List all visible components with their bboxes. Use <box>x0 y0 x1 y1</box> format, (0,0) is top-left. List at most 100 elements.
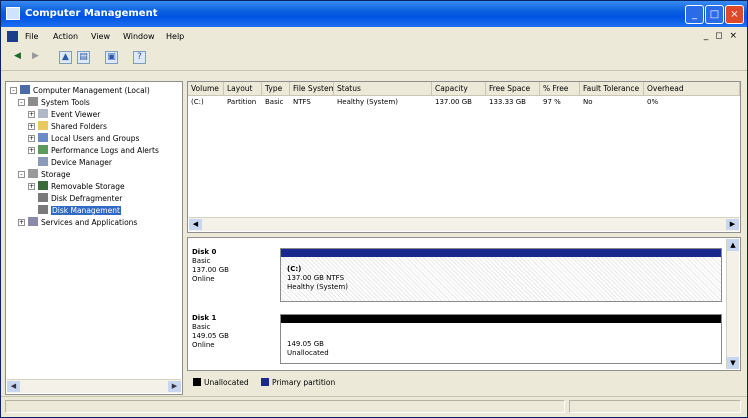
forward-icon[interactable]: ▶ <box>29 51 42 64</box>
partition-size: 149.05 GB <box>287 340 324 348</box>
menu-view[interactable]: View <box>91 32 110 41</box>
menu-help[interactable]: Help <box>166 32 184 41</box>
disk-1-type: Basic <box>192 323 211 331</box>
status-segment-main <box>5 400 565 413</box>
column-volume[interactable]: Volume <box>188 82 224 95</box>
tree-item-services-and-applications[interactable]: + Services and Applications <box>18 217 137 228</box>
column-type[interactable]: Type <box>262 82 290 95</box>
tree-item-shared-folders[interactable]: + Shared Folders <box>28 121 107 132</box>
column-file-system[interactable]: File System <box>290 82 334 95</box>
cell-free-space: 133.33 GB <box>489 98 526 106</box>
table-row[interactable]: (C:) Partition Basic NTFS Healthy (Syste… <box>188 97 740 108</box>
close-button[interactable]: × <box>725 5 744 24</box>
column-layout[interactable]: Layout <box>224 82 262 95</box>
storage-icon <box>28 169 38 178</box>
disk-0-type: Basic <box>192 257 211 265</box>
menu-action[interactable]: Action <box>53 32 78 41</box>
tree-item-event-viewer[interactable]: + Event Viewer <box>28 109 100 120</box>
disk-1-unallocated[interactable]: 149.05 GB Unallocated <box>280 314 722 364</box>
disk-0-label[interactable]: Disk 0 Basic 137.00 GB Online <box>192 248 276 284</box>
cell-overhead: 0% <box>647 98 659 106</box>
tree-item-disk-management[interactable]: Disk Management <box>38 205 121 216</box>
properties-icon[interactable]: ▣ <box>105 51 118 64</box>
collapse-icon[interactable]: - <box>10 87 17 94</box>
cell-fault-tolerance: No <box>583 98 593 106</box>
system-menu-icon[interactable] <box>7 31 18 42</box>
help-icon[interactable]: ? <box>133 51 146 64</box>
disk-0-partition-c[interactable]: (C:) 137.00 GB NTFS Healthy (System) <box>280 248 722 302</box>
removable-storage-icon <box>38 181 48 190</box>
legend-primary-partition: Primary partition <box>272 378 336 387</box>
disk-view-vertical-scrollbar[interactable]: ▲ ▼ <box>726 239 739 369</box>
volume-list-horizontal-scrollbar[interactable]: ◀ ▶ <box>189 217 739 231</box>
maximize-button[interactable]: □ <box>705 5 724 24</box>
scroll-right-icon[interactable]: ▶ <box>168 381 181 392</box>
collapse-icon[interactable]: - <box>18 171 25 178</box>
scroll-down-icon[interactable]: ▼ <box>727 357 739 369</box>
disk-graphical-view[interactable]: Disk 0 Basic 137.00 GB Online (C:) 137.0… <box>187 237 741 371</box>
cell-percent-free: 97 % <box>543 98 561 106</box>
expand-icon[interactable]: + <box>28 183 35 190</box>
window-title: Computer Management <box>25 8 158 19</box>
expand-icon[interactable]: + <box>28 123 35 130</box>
disk-0-name: Disk 0 <box>192 248 217 256</box>
tree-item-system-tools[interactable]: - System Tools <box>18 97 90 108</box>
column-status[interactable]: Status <box>334 82 432 95</box>
scroll-left-icon[interactable]: ◀ <box>189 219 202 230</box>
disk-0-status: Online <box>192 275 215 283</box>
column-free-space[interactable]: Free Space <box>486 82 540 95</box>
tree-item-local-users-and-groups[interactable]: + Local Users and Groups <box>28 133 139 144</box>
tree-item-performance-logs-and-alerts[interactable]: + Performance Logs and Alerts <box>28 145 159 156</box>
tree-item-computer-management[interactable]: - Computer Management (Local) <box>10 85 150 96</box>
unallocated-bar <box>281 315 721 323</box>
partition-status: Healthy (System) <box>287 283 348 291</box>
cell-capacity: 137.00 GB <box>435 98 472 106</box>
defragmenter-icon <box>38 193 48 202</box>
scroll-up-icon[interactable]: ▲ <box>727 239 739 251</box>
title-bar[interactable]: Computer Management _ □ × <box>1 1 747 27</box>
show-hide-tree-icon[interactable]: ▤ <box>77 51 90 64</box>
partition-size-fs: 137.00 GB NTFS <box>287 274 345 282</box>
expand-icon[interactable]: + <box>28 135 35 142</box>
cell-volume: (C:) <box>191 98 204 106</box>
column-percent-free[interactable]: % Free <box>540 82 580 95</box>
tree-item-disk-defragmenter[interactable]: Disk Defragmenter <box>38 193 122 204</box>
users-icon <box>38 133 48 142</box>
collapse-icon[interactable]: - <box>18 99 25 106</box>
tree-horizontal-scrollbar[interactable]: ◀ ▶ <box>7 379 181 393</box>
menu-file[interactable]: File <box>25 32 38 41</box>
volume-list[interactable]: Volume Layout Type File System Status Ca… <box>187 81 741 233</box>
column-overhead[interactable]: Overhead <box>644 82 740 95</box>
tree-item-storage[interactable]: - Storage <box>18 169 70 180</box>
disk-management-icon <box>38 205 48 214</box>
performance-icon <box>38 145 48 154</box>
expand-icon[interactable]: + <box>28 147 35 154</box>
device-manager-icon <box>38 157 48 166</box>
back-icon[interactable]: ◀ <box>11 51 24 64</box>
primary-partition-swatch <box>261 378 269 386</box>
toolbar: ◀ ▶ ▲ ▤ ▣ ? <box>1 46 747 71</box>
menu-bar: File Action View Window Help _ ◻ × <box>1 28 747 46</box>
column-fault-tolerance[interactable]: Fault Tolerance <box>580 82 644 95</box>
scroll-left-icon[interactable]: ◀ <box>7 381 20 392</box>
child-window-controls[interactable]: _ ◻ × <box>704 31 739 41</box>
disk-1-label[interactable]: Disk 1 Basic 149.05 GB Online <box>192 314 276 350</box>
expand-icon[interactable]: + <box>28 111 35 118</box>
status-segment-right <box>569 400 741 413</box>
up-icon[interactable]: ▲ <box>59 51 72 64</box>
computer-management-window: Computer Management _ □ × File Action Vi… <box>0 0 748 418</box>
console-tree[interactable]: - Computer Management (Local) - System Too… <box>5 81 183 395</box>
expand-icon[interactable]: + <box>18 219 25 226</box>
scroll-right-icon[interactable]: ▶ <box>726 219 739 230</box>
unallocated-swatch <box>193 378 201 386</box>
legend-unallocated: Unallocated <box>204 378 249 387</box>
tree-item-removable-storage[interactable]: + Removable Storage <box>28 181 125 192</box>
status-bar <box>1 396 747 417</box>
disk-1-size: 149.05 GB <box>192 332 229 340</box>
minimize-button[interactable]: _ <box>685 5 704 24</box>
disk-1-status: Online <box>192 341 215 349</box>
system-tools-icon <box>28 97 38 106</box>
menu-window[interactable]: Window <box>123 32 155 41</box>
column-capacity[interactable]: Capacity <box>432 82 486 95</box>
tree-item-device-manager[interactable]: Device Manager <box>38 157 112 168</box>
